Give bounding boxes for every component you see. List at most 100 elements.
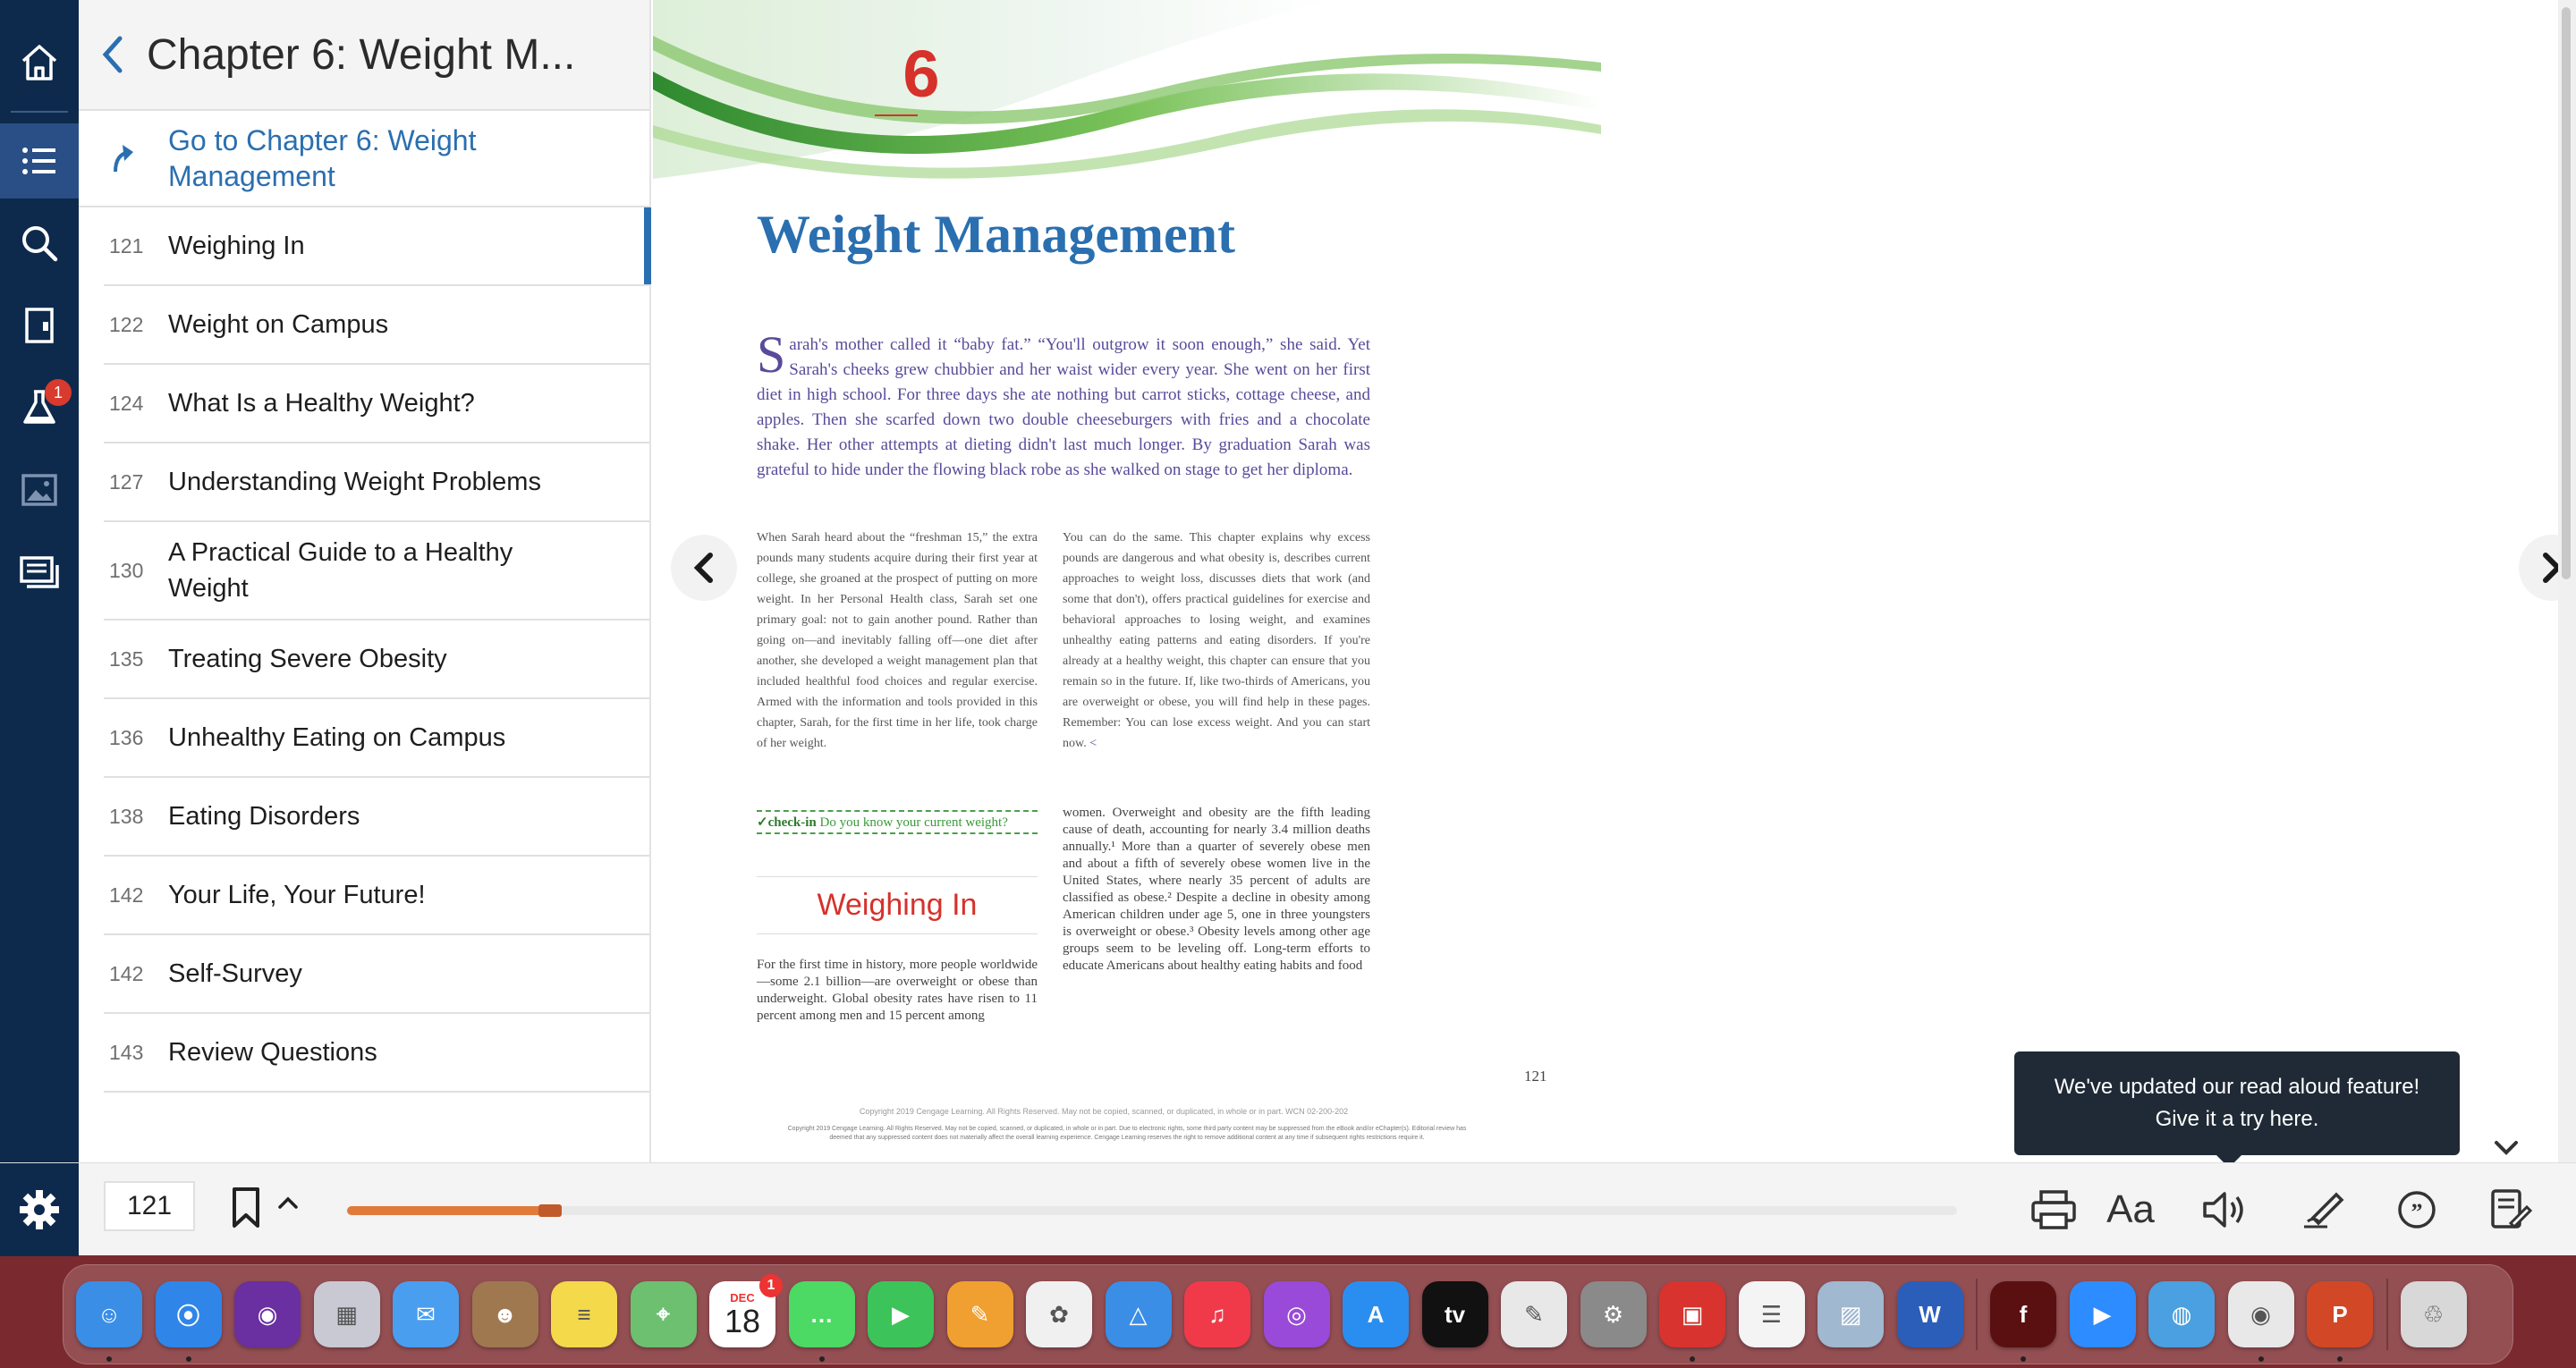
print-icon[interactable]: [2027, 1183, 2080, 1237]
search-icon[interactable]: [0, 206, 79, 281]
dock-app-siri[interactable]: ◉: [234, 1281, 301, 1347]
dock-app-notes[interactable]: ≡: [551, 1281, 617, 1347]
check-in-question: Do you know your current weight?: [819, 815, 1008, 830]
toc-item[interactable]: 136 Unhealthy Eating on Campus: [104, 699, 649, 778]
running-indicator: [2021, 1356, 2026, 1362]
toc-item[interactable]: 138 Eating Disorders: [104, 778, 649, 857]
toc-item-title: What Is a Healthy Weight?: [168, 389, 475, 418]
dock-app-facetime[interactable]: ▶: [868, 1281, 934, 1347]
read-aloud-tooltip[interactable]: We've updated our read aloud feature! Gi…: [2014, 1051, 2460, 1168]
book-icon[interactable]: [0, 288, 79, 363]
check-in-label: ✓check-in: [757, 815, 817, 830]
read-aloud-icon[interactable]: [2199, 1183, 2252, 1237]
toc-item[interactable]: 143 Review Questions: [104, 1014, 649, 1093]
dock-app-glyph-icon: ▣: [1681, 1300, 1704, 1328]
dock-app-flash[interactable]: f: [1990, 1281, 2056, 1362]
toc-item[interactable]: 135 Treating Severe Obesity: [104, 621, 649, 699]
toc-item[interactable]: 142 Self-Survey: [104, 935, 649, 1014]
dock-app-podcasts[interactable]: ◎: [1263, 1281, 1330, 1347]
dock-app-system-preferences[interactable]: ⚙: [1580, 1281, 1647, 1347]
check-in-box[interactable]: ✓check-in Do you know your current weigh…: [757, 810, 1038, 834]
dock-app-calendar[interactable]: DEC 18 1: [709, 1274, 783, 1347]
dock-app-glyph-icon: ✉: [416, 1300, 436, 1328]
running-indicator: [818, 1356, 825, 1362]
dock-app-zoom[interactable]: ▶: [2069, 1281, 2136, 1347]
dock-app-glyph-icon: A: [1367, 1300, 1385, 1328]
home-icon[interactable]: [0, 25, 79, 100]
dock-app-safari[interactable]: ⦿: [155, 1281, 222, 1362]
dock-app-glyph-icon: P: [2332, 1300, 2348, 1328]
chapter-banner: [653, 0, 1601, 215]
dock-app-powerpoint[interactable]: P: [2307, 1281, 2373, 1362]
toc-item-title: Eating Disorders: [168, 802, 360, 831]
dock-app-glyph-icon: ⌖: [657, 1300, 670, 1327]
font-size-label: Aa: [2106, 1187, 2155, 1231]
highlight-icon[interactable]: [2297, 1183, 2351, 1237]
dock-app-glyph-icon: ☻: [492, 1300, 518, 1328]
toc-item-title: Your Life, Your Future!: [168, 881, 426, 909]
toc-item-title: Understanding Weight Problems: [168, 468, 541, 496]
body-column-4: For the first time in history, more peop…: [757, 958, 1038, 1023]
running-indicator: [2258, 1356, 2264, 1362]
nav-rail: 1: [0, 0, 79, 1162]
lab-badge: 1: [45, 379, 72, 406]
page-number: 121: [1524, 1068, 1547, 1085]
tooltip-line-1: We've updated our read aloud feature!: [2054, 1075, 2420, 1099]
progress-handle[interactable]: [538, 1204, 562, 1217]
toc-icon[interactable]: [0, 123, 79, 198]
back-chevron-icon[interactable]: [100, 28, 136, 81]
dock-app-app-store[interactable]: A: [1343, 1281, 1409, 1347]
dock-app-glyph-icon: ⚙: [1602, 1300, 1624, 1328]
dock-app-pages[interactable]: ✎: [946, 1281, 1013, 1347]
dock-app-keynote[interactable]: △: [1105, 1281, 1172, 1347]
toc-item[interactable]: 121 Weighing In: [104, 207, 651, 286]
dock-app-trash[interactable]: ♲: [2400, 1281, 2467, 1347]
scrollbar-thumb[interactable]: [2562, 7, 2571, 579]
dock-app-glyph-icon: …: [809, 1300, 834, 1328]
dock-app-apple-tv[interactable]: tv: [1421, 1281, 1488, 1347]
dock-app-contacts[interactable]: ☻: [471, 1281, 538, 1347]
toc-item[interactable]: 130 A Practical Guide to a Healthy Weight: [104, 522, 649, 621]
notes-icon[interactable]: [0, 535, 79, 610]
toc-item-page: 135: [109, 646, 144, 671]
image-icon[interactable]: [0, 452, 79, 528]
dock-app-mail[interactable]: ✉: [393, 1281, 459, 1347]
calendar-badge: 1: [759, 1274, 783, 1297]
dock-app-finder[interactable]: ☺: [76, 1281, 142, 1362]
dock-app-launchpad[interactable]: ▦: [313, 1281, 380, 1347]
toc-item[interactable]: 122 Weight on Campus: [104, 286, 649, 365]
dock-app-textedit[interactable]: ✎: [1501, 1281, 1567, 1347]
citation-icon[interactable]: ”: [2390, 1183, 2444, 1237]
notebook-icon[interactable]: [2483, 1183, 2537, 1237]
toc-item-page: 127: [109, 469, 144, 494]
dock-app-chrome[interactable]: ◉: [2227, 1281, 2294, 1362]
dock-app-glyph-icon: ✎: [970, 1300, 990, 1328]
dock-app-preview[interactable]: ▨: [1818, 1281, 1884, 1347]
page-scrollbar[interactable]: [2558, 0, 2576, 1162]
goto-arrow-icon: [79, 143, 168, 173]
flask-icon[interactable]: 1: [0, 370, 79, 445]
bookmark-menu-caret-icon[interactable]: [277, 1195, 299, 1214]
toc-item[interactable]: 127 Understanding Weight Problems: [104, 443, 649, 522]
font-size-button[interactable]: Aa: [2104, 1183, 2157, 1237]
dock-app-word[interactable]: W: [1896, 1281, 1963, 1347]
dock-app-reminders[interactable]: ☰: [1738, 1281, 1805, 1347]
dock-app-messages[interactable]: …: [788, 1281, 855, 1362]
page-number-input[interactable]: 121: [104, 1181, 195, 1231]
dock-app-photo-booth[interactable]: ▣: [1659, 1281, 1725, 1362]
previous-page-button[interactable]: [671, 535, 737, 601]
dock-app-glyph-icon: tv: [1444, 1300, 1466, 1328]
reading-progress-bar[interactable]: [347, 1204, 1957, 1217]
running-indicator: [2337, 1356, 2343, 1362]
toc-item[interactable]: 142 Your Life, Your Future!: [104, 857, 649, 935]
bookmark-icon[interactable]: [231, 1186, 261, 1234]
dock-app-music[interactable]: ♫: [1184, 1281, 1250, 1347]
dock-app-maps[interactable]: ⌖: [630, 1281, 697, 1347]
toc-item[interactable]: 124 What Is a Healthy Weight?: [104, 365, 649, 443]
book-page-view: 6 Weight Management Sarah's mother calle…: [653, 0, 2576, 1168]
dock-app-photos[interactable]: ✿: [1026, 1281, 1092, 1347]
collapse-toolbar-button[interactable]: [2487, 1134, 2526, 1162]
dock-app-network[interactable]: ◍: [2148, 1281, 2215, 1347]
goto-chapter-link[interactable]: Go to Chapter 6: Weight Management: [79, 111, 649, 207]
settings-button[interactable]: [0, 1163, 79, 1256]
